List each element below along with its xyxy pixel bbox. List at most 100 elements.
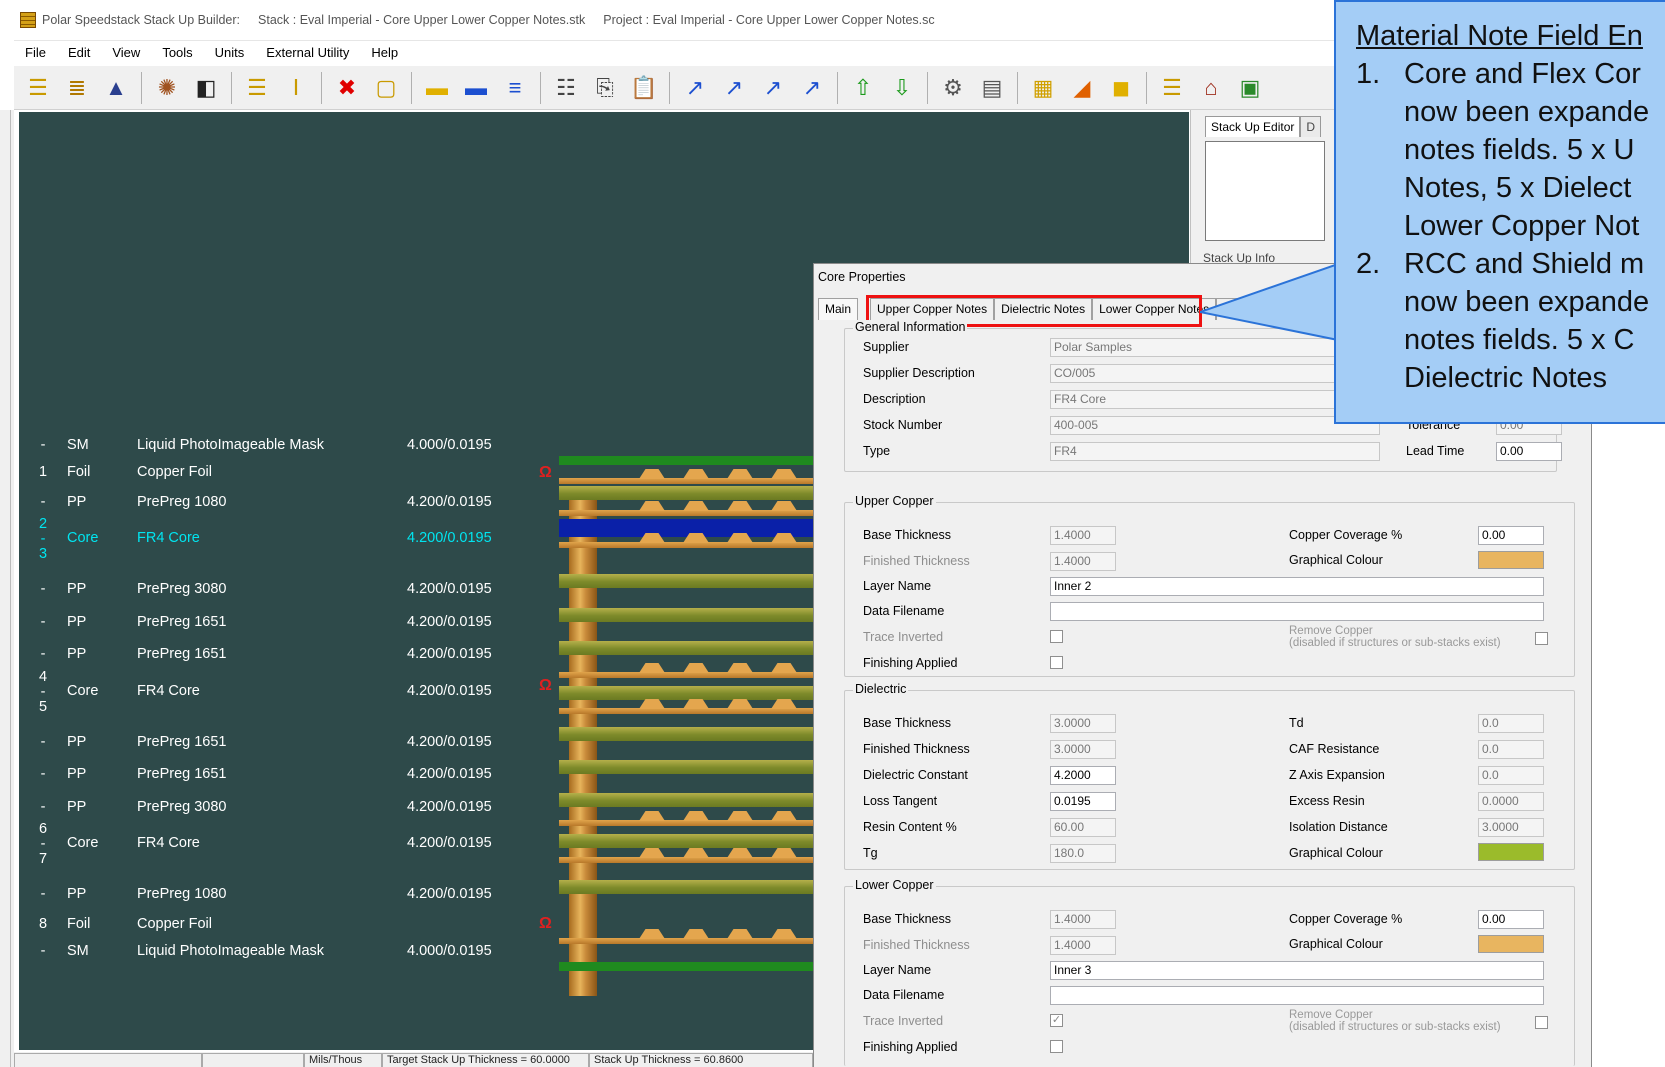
dielectric-constant-field[interactable]: 4.2000 [1050, 766, 1116, 785]
isolation-distance-label: Isolation Distance [1289, 820, 1388, 834]
menu-view[interactable]: View [101, 45, 151, 60]
lower-finished-thickness-field[interactable]: 1.4000 [1050, 936, 1116, 955]
wizard-icon[interactable]: ▲ [98, 70, 134, 106]
remove-copper-label: Remove Copper [1289, 625, 1373, 637]
layer-type: Core [67, 530, 99, 546]
panel-icon[interactable]: ◧ [188, 70, 224, 106]
stack-editor-box[interactable] [1205, 141, 1325, 241]
z-axis-expansion-field[interactable]: 0.0 [1478, 766, 1544, 785]
arrow-up-right-double-icon[interactable]: ↗ [755, 70, 791, 106]
resin-content-field[interactable]: 60.00 [1050, 818, 1116, 837]
layer-type: PP [67, 581, 87, 597]
description-label: Description [863, 392, 926, 406]
layers-yellow-icon[interactable]: ▬ [419, 70, 455, 106]
menu-file[interactable]: File [14, 45, 57, 60]
material-notes-callout: Material Note Field En 1. Core and Flex … [1334, 0, 1665, 424]
layer-thickness-value: 4.000/0.0195 [407, 943, 492, 959]
3d-view-icon[interactable]: ◼ [1103, 70, 1139, 106]
report-icon[interactable]: ▤ [974, 70, 1010, 106]
isolation-distance-field[interactable]: 3.0000 [1478, 818, 1544, 837]
td-field[interactable]: 0.0 [1478, 714, 1544, 733]
delete-icon[interactable]: ✖ [329, 70, 365, 106]
type-field[interactable]: FR4 [1050, 442, 1380, 461]
finishing-applied-checkbox[interactable] [1050, 656, 1063, 669]
layer-stack-icon[interactable]: ☰ [20, 70, 56, 106]
layers-stripe-icon[interactable]: ≡ [497, 70, 533, 106]
add-layer-icon[interactable]: ☰ [239, 70, 275, 106]
copper-coverage-field[interactable]: 0.00 [1478, 526, 1544, 545]
layer-name: PrePreg 1651 [137, 766, 227, 782]
dielectric-base-thickness-label: Base Thickness [863, 716, 952, 730]
lower-trace-inverted-checkbox[interactable]: ✓ [1050, 1014, 1063, 1027]
dielectric-colour-swatch[interactable] [1478, 843, 1544, 861]
move-up-icon[interactable]: ⇧ [845, 70, 881, 106]
tg-field[interactable]: 180.0 [1050, 844, 1116, 863]
lower-finishing-applied-checkbox[interactable] [1050, 1040, 1063, 1053]
export-icon[interactable]: ▣ [1232, 70, 1268, 106]
lower-data-filename-field[interactable] [1050, 986, 1544, 1005]
vitruvian-icon[interactable]: ✺ [149, 70, 185, 106]
menu-tools[interactable]: Tools [151, 45, 203, 60]
layer-name-field[interactable]: Inner 2 [1050, 577, 1544, 596]
toolbar-separator [669, 71, 670, 104]
paste-icon[interactable]: 📋 [626, 70, 662, 106]
loss-tangent-field[interactable]: 0.0195 [1050, 792, 1116, 811]
caf-resistance-field[interactable]: 0.0 [1478, 740, 1544, 759]
trace-inverted-checkbox[interactable] [1050, 630, 1063, 643]
finished-thickness-field[interactable]: 1.4000 [1050, 552, 1116, 571]
dielectric-finished-thickness-field[interactable]: 3.0000 [1050, 740, 1116, 759]
lower-remove-copper-label: Remove Copper [1289, 1009, 1373, 1021]
tab-main[interactable]: Main [818, 298, 859, 320]
tab-attributes[interactable]: Attr [1216, 298, 1241, 320]
lower-base-thickness-field[interactable]: 1.4000 [1050, 910, 1116, 929]
status-units: Mils/Thous [304, 1053, 382, 1067]
library-icon[interactable]: ⌂ [1193, 70, 1229, 106]
menu-units[interactable]: Units [204, 45, 256, 60]
copper-trace [683, 848, 709, 858]
arrow-up-right-bar2-icon[interactable]: ↗ [794, 70, 830, 106]
layer-type: PP [67, 614, 87, 630]
data-filename-field[interactable] [1050, 602, 1544, 621]
tools-icon[interactable]: ⚙ [935, 70, 971, 106]
impedance-marker-icon[interactable]: Ω [539, 915, 552, 933]
excess-resin-field[interactable]: 0.0000 [1478, 792, 1544, 811]
lm-layers-icon[interactable]: ≣ [59, 70, 95, 106]
menu-edit[interactable]: Edit [57, 45, 101, 60]
callout-item-number: 1. [1356, 58, 1381, 90]
menu-external-utility[interactable]: External Utility [255, 45, 360, 60]
copy-icon[interactable]: ⎘ [587, 70, 623, 106]
move-down-icon[interactable]: ⇩ [884, 70, 920, 106]
upper-copper-colour-swatch[interactable] [1478, 551, 1544, 569]
description-field[interactable]: FR4 Core [1050, 390, 1380, 409]
materials-icon[interactable]: ▦ [1025, 70, 1061, 106]
impedance-marker-icon[interactable]: Ω [539, 677, 552, 695]
stock-number-field[interactable]: 400-005 [1050, 416, 1380, 435]
layer-thickness-value: 4.200/0.0195 [407, 766, 492, 782]
tab-stack-up-editor[interactable]: Stack Up Editor [1205, 116, 1301, 137]
arrow-up-right-icon[interactable]: ↗ [677, 70, 713, 106]
layers-blue-icon[interactable]: ▬ [458, 70, 494, 106]
dielectric-base-thickness-field[interactable]: 3.0000 [1050, 714, 1116, 733]
arrow-up-right-bar-icon[interactable]: ↗ [716, 70, 752, 106]
supplier-description-field[interactable]: CO/005 [1050, 364, 1380, 383]
impedance-marker-icon[interactable]: Ω [539, 464, 552, 482]
stack-icon[interactable]: ☰ [1154, 70, 1190, 106]
list-icon[interactable]: ☷ [548, 70, 584, 106]
lower-copper-coverage-field[interactable]: 0.00 [1478, 910, 1544, 929]
menu-help[interactable]: Help [360, 45, 409, 60]
2d-view-icon[interactable]: ◢ [1064, 70, 1100, 106]
tab-d[interactable]: D [1300, 116, 1322, 137]
insert-via-icon[interactable]: Ⅰ [278, 70, 314, 106]
copper-trace [639, 929, 665, 939]
lower-layer-name-field[interactable]: Inner 3 [1050, 961, 1544, 980]
remove-copper-checkbox[interactable] [1535, 632, 1548, 645]
layer-thickness-value: 4.000/0.0195 [407, 437, 492, 453]
select-box-icon[interactable]: ▢ [368, 70, 404, 106]
toolbar-separator [231, 71, 232, 104]
layer-number: 8 [38, 916, 48, 932]
supplier-field[interactable]: Polar Samples [1050, 338, 1380, 357]
base-thickness-field[interactable]: 1.4000 [1050, 526, 1116, 545]
lower-copper-colour-swatch[interactable] [1478, 935, 1544, 953]
lead-time-field[interactable]: 0.00 [1496, 442, 1562, 461]
lower-remove-copper-checkbox[interactable] [1535, 1016, 1548, 1029]
